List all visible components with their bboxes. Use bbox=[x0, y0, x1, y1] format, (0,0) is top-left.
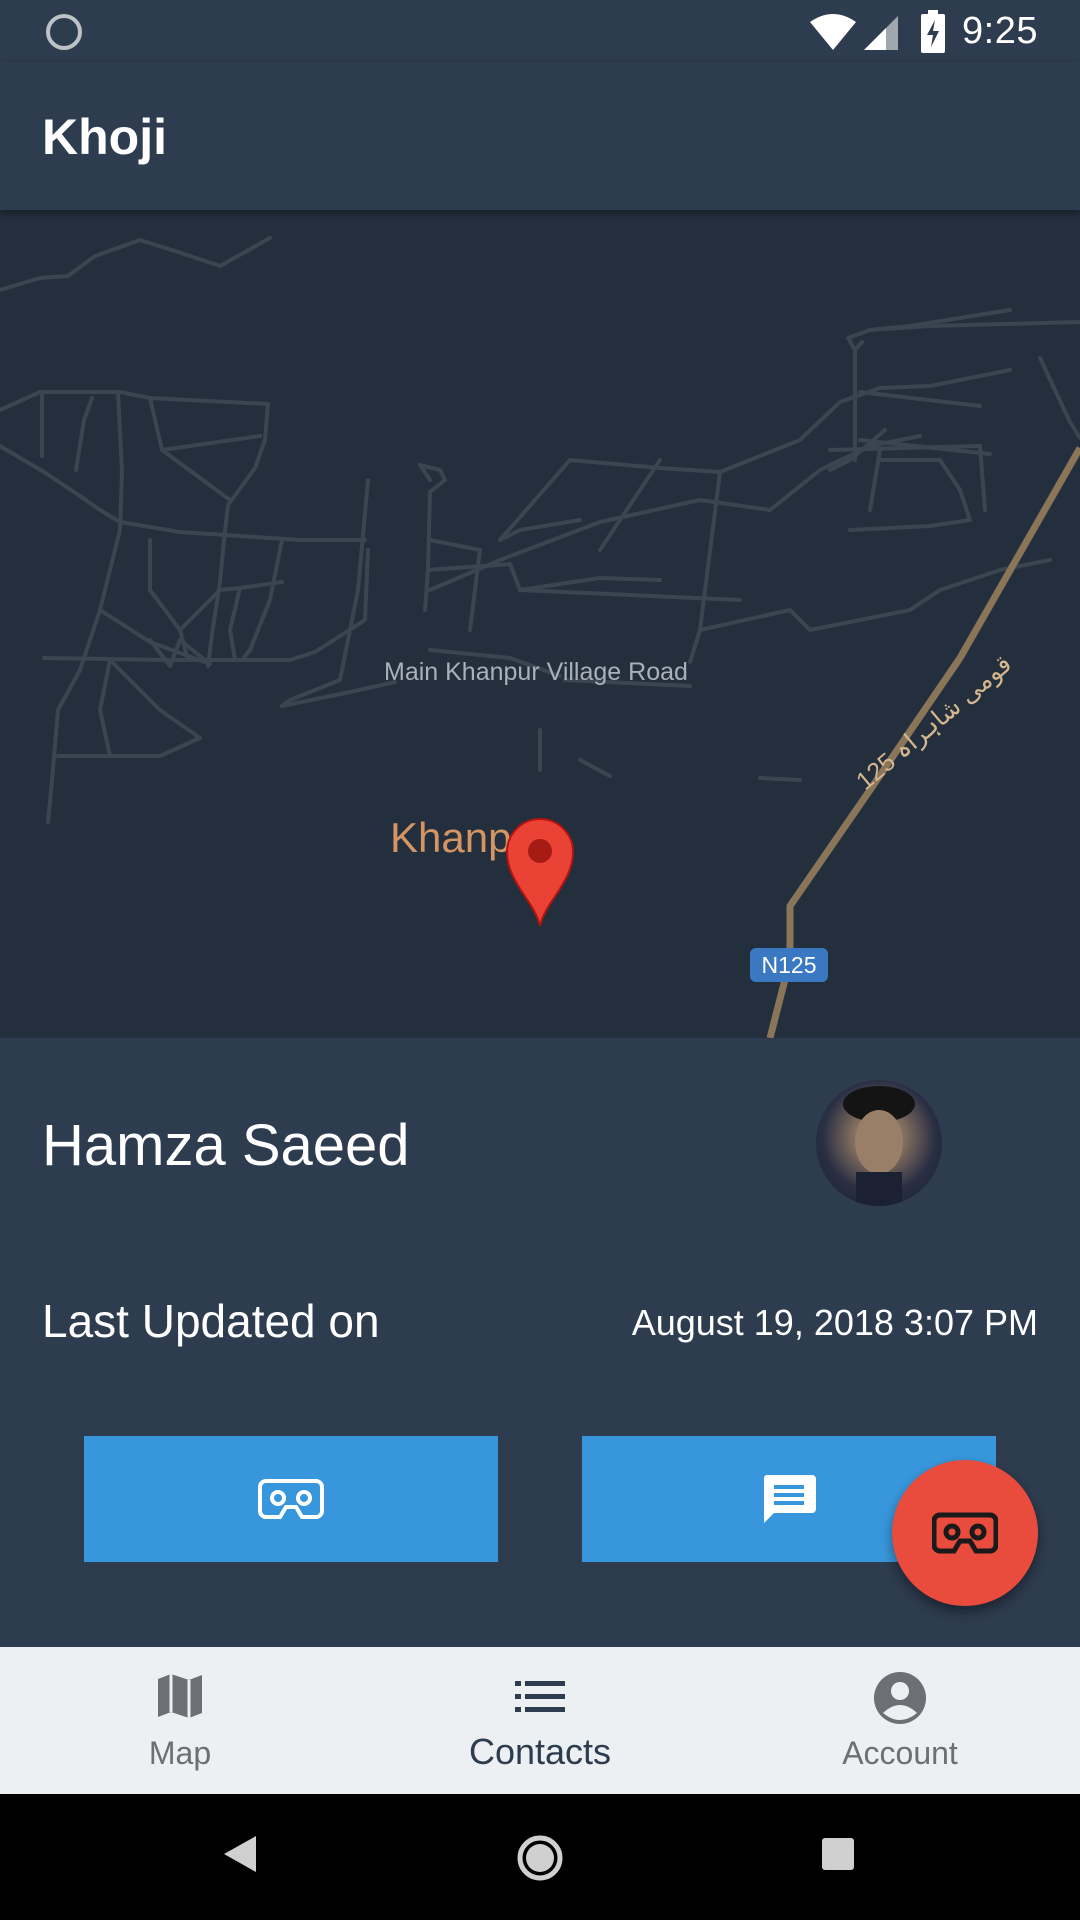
wifi-icon bbox=[810, 14, 856, 50]
loading-indicator-icon bbox=[46, 14, 82, 50]
place-label-khanpur: Khanp bbox=[390, 814, 512, 861]
account-icon bbox=[874, 1672, 926, 1724]
battery-charging-icon bbox=[921, 10, 945, 53]
highway-shield: N125 bbox=[750, 948, 828, 982]
map-marker-icon[interactable] bbox=[505, 816, 575, 928]
home-icon[interactable] bbox=[516, 1834, 564, 1882]
message-icon bbox=[763, 1475, 816, 1523]
avatar-photo bbox=[843, 1086, 915, 1206]
list-icon bbox=[515, 1681, 565, 1712]
app-bar: Khoji bbox=[0, 62, 1080, 210]
bottom-navigation: Map Contacts Account bbox=[0, 1647, 1080, 1794]
status-bar: 9:25 bbox=[0, 0, 1080, 62]
system-navigation-bar bbox=[0, 1794, 1080, 1920]
road-label-main-khanpur: Main Khanpur Village Road bbox=[384, 658, 688, 686]
nav-label-account: Account bbox=[842, 1735, 958, 1771]
app-title: Khoji bbox=[42, 109, 167, 165]
fab-vr-button[interactable] bbox=[892, 1460, 1038, 1606]
vr-goggles-icon bbox=[932, 1512, 998, 1554]
signal-icon bbox=[864, 16, 898, 50]
last-updated-label: Last Updated on bbox=[42, 1295, 380, 1347]
nav-label-contacts: Contacts bbox=[468, 1731, 612, 1772]
vr-goggles-icon bbox=[258, 1479, 324, 1519]
nav-item-contacts[interactable]: Contacts bbox=[360, 1647, 720, 1794]
nav-item-account[interactable]: Account bbox=[720, 1647, 1080, 1794]
recents-icon[interactable] bbox=[822, 1838, 854, 1870]
nav-label-map: Map bbox=[148, 1735, 212, 1771]
avatar[interactable] bbox=[816, 1080, 942, 1206]
contact-name: Hamza Saeed bbox=[42, 1113, 410, 1178]
back-icon[interactable] bbox=[222, 1834, 258, 1874]
track-location-button[interactable] bbox=[84, 1436, 498, 1562]
clock-time: 9:25 bbox=[962, 10, 1038, 52]
map-view[interactable]: Main Khanpur Village Road 125 قومی شاہرا… bbox=[0, 210, 1080, 1038]
map-icon bbox=[158, 1674, 202, 1718]
nav-item-map[interactable]: Map bbox=[0, 1647, 360, 1794]
last-updated-value: August 19, 2018 3:07 PM bbox=[631, 1302, 1038, 1343]
